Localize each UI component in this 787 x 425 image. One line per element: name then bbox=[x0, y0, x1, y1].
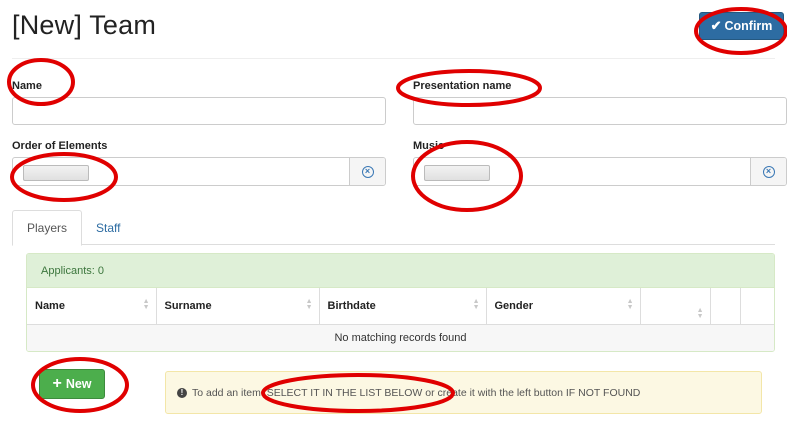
sort-icon: ▲ ▼ bbox=[696, 307, 704, 320]
tab-staff[interactable]: Staff bbox=[82, 210, 134, 245]
sort-icon: ▲ ▼ bbox=[472, 298, 480, 311]
confirm-label: Confirm bbox=[724, 19, 773, 33]
order-of-elements-select[interactable]: × bbox=[12, 157, 386, 186]
check-icon: ✔ bbox=[710, 18, 722, 33]
order-of-elements-label: Order of Elements bbox=[12, 140, 108, 152]
music-clear-button[interactable]: × bbox=[750, 158, 786, 185]
column-header-name[interactable]: Name ▲ ▼ bbox=[27, 288, 157, 325]
presentation-name-input[interactable] bbox=[413, 97, 787, 125]
column-header-actions-2 bbox=[740, 288, 774, 325]
sort-icon: ▲ ▼ bbox=[142, 298, 150, 311]
column-header-extra[interactable]: ▲ ▼ bbox=[640, 288, 711, 325]
new-player-button[interactable]: + New bbox=[39, 369, 105, 399]
column-header-gender[interactable]: Gender ▲ ▼ bbox=[486, 288, 641, 325]
applicants-count: Applicants: 0 bbox=[27, 254, 774, 288]
column-header-label: Surname bbox=[164, 299, 212, 312]
confirm-button[interactable]: ✔ Confirm bbox=[699, 12, 784, 40]
add-item-hint-text: To add an item: SELECT IT IN THE LIST BE… bbox=[192, 386, 641, 399]
order-of-elements-chip bbox=[23, 165, 89, 181]
order-of-elements-field[interactable] bbox=[13, 158, 349, 185]
music-label: Music bbox=[413, 140, 445, 152]
empty-table-message: No matching records found bbox=[27, 324, 774, 351]
clear-icon: × bbox=[361, 165, 374, 178]
column-header-birthdate[interactable]: Birthdate ▲ ▼ bbox=[319, 288, 487, 325]
tab-players[interactable]: Players bbox=[12, 210, 83, 246]
clear-icon: × bbox=[762, 165, 775, 178]
sort-icon: ▲ ▼ bbox=[305, 298, 313, 311]
presentation-name-label: Presentation name bbox=[413, 80, 512, 92]
new-button-label: New bbox=[65, 377, 92, 391]
music-chip bbox=[424, 165, 490, 181]
music-field[interactable] bbox=[414, 158, 750, 185]
sort-icon: ▲ ▼ bbox=[626, 298, 634, 311]
add-item-hint: ! To add an item: SELECT IT IN THE LIST … bbox=[165, 371, 762, 414]
column-header-actions bbox=[710, 288, 741, 325]
applicants-panel: Applicants: 0 Name ▲ ▼ Surname ▲ ▼ Birthda… bbox=[26, 253, 775, 352]
title-divider bbox=[12, 58, 775, 59]
plus-icon: + bbox=[52, 375, 62, 392]
name-input[interactable] bbox=[12, 97, 386, 125]
column-header-label: Gender bbox=[494, 299, 534, 312]
column-header-label: Name bbox=[35, 299, 65, 312]
table-row: No matching records found bbox=[27, 324, 774, 351]
page-title: [New] Team bbox=[12, 10, 157, 40]
info-icon: ! bbox=[177, 387, 187, 398]
music-select[interactable]: × bbox=[413, 157, 787, 186]
order-of-elements-clear-button[interactable]: × bbox=[349, 158, 385, 185]
tab-bar: Players Staff bbox=[12, 210, 775, 246]
name-label: Name bbox=[12, 80, 42, 92]
column-header-label: Birthdate bbox=[327, 299, 376, 312]
players-table: Name ▲ ▼ Surname ▲ ▼ Birthdate ▲ ▼ Gender ▲… bbox=[27, 288, 774, 351]
column-header-surname[interactable]: Surname ▲ ▼ bbox=[156, 288, 320, 325]
